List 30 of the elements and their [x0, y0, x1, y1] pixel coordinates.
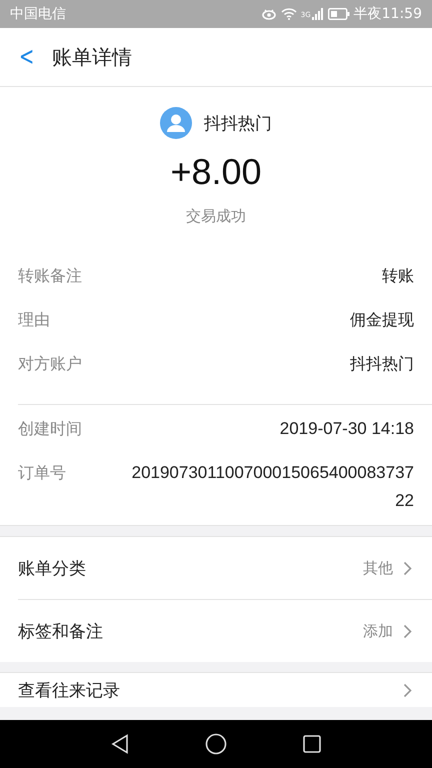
chevron-icon — [403, 560, 412, 576]
detail-label: 理由 — [18, 309, 50, 331]
detail-value: 2019-07-30 14:18 — [278, 418, 414, 440]
home-icon[interactable] — [205, 733, 227, 755]
chevron-icon — [403, 624, 412, 638]
transaction-status: 交易成功 — [185, 207, 247, 226]
eye-icon — [260, 8, 277, 20]
recents-icon[interactable] — [303, 735, 321, 753]
clock: 半夜11:59 — [354, 5, 422, 23]
detail-value: 转账 — [382, 265, 414, 287]
battery-icon — [328, 8, 350, 20]
wifi-icon — [280, 8, 297, 20]
carrier: 中国电信 — [10, 5, 66, 23]
detail-value: 佣金提现 — [350, 309, 414, 331]
avatar-icon — [160, 107, 192, 139]
back-icon[interactable] — [111, 734, 129, 754]
detail-value: 抖抖热门 — [350, 353, 414, 375]
detail-value: 201907301100700015065400083737 22 — [130, 462, 414, 512]
list-item[interactable]: 账单分类 其他 — [18, 537, 432, 600]
page-title: 账单详情 — [52, 44, 132, 70]
payer-name: 抖抖热门 — [204, 112, 272, 134]
amount: +8.00 — [169, 151, 263, 193]
back-button[interactable]: < — [8, 42, 44, 72]
detail-label: 创建时间 — [18, 418, 82, 440]
chevron-icon — [403, 682, 412, 698]
detail-label: 订单号 — [18, 462, 66, 484]
detail-label: 对方账户 — [18, 353, 82, 375]
list-item[interactable]: 标签和备注 添加 — [18, 600, 432, 662]
signal-icon — [312, 8, 324, 20]
detail-label: 转账备注 — [18, 265, 82, 287]
